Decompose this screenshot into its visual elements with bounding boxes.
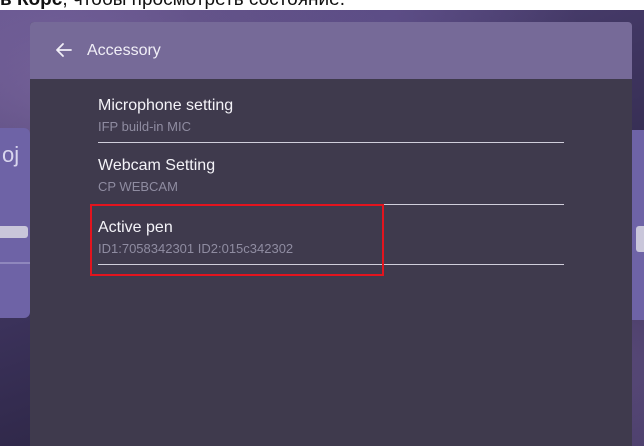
list-item-webcam-setting[interactable]: Webcam Setting CP WEBCAM [98,156,564,196]
caption-text: , чтобы просмотреть состояние. [62,0,345,10]
panel-header: Accessory [30,22,632,79]
list-item-title: Webcam Setting [98,157,216,174]
caption-bold-text: в Корс [0,0,62,10]
arrow-left-icon[interactable] [52,38,76,62]
divider [98,142,564,143]
list-item-microphone-setting[interactable]: Microphone setting IFP build-in MIC [98,96,564,136]
highlight-annotation-box [90,204,384,276]
background-window-left-divider [0,262,30,264]
background-window-right-bar [636,226,644,252]
background-window-left-bar [0,226,28,238]
list-item-subtitle: CP WEBCAM [98,179,178,194]
list-item-subtitle: IFP build-in MIC [98,119,191,134]
background-window-left-text: oj [2,142,20,167]
background-window-right [632,130,644,320]
page-title: Accessory [87,42,161,59]
list-item-title: Microphone setting [98,97,234,114]
